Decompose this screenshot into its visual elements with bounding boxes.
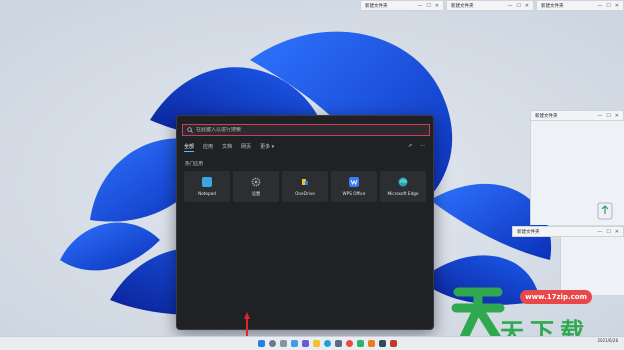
app-icon[interactable]	[367, 340, 375, 347]
close-icon[interactable]: ✕	[615, 113, 619, 119]
browser-icon[interactable]	[345, 340, 353, 347]
app-tile-onedrive[interactable]: OneDrive	[282, 171, 328, 202]
explorer-window-titlebar[interactable]: 新建文件夹 — ☐ ✕	[536, 0, 624, 11]
start-icon[interactable]	[257, 340, 265, 347]
explorer-window-titlebar[interactable]: 新建文件夹 — ☐ ✕	[512, 226, 624, 237]
window-title: 新建文件夹	[365, 3, 388, 9]
app-label: Notepad	[198, 191, 216, 196]
tray-date: 2021/6/28	[597, 338, 618, 343]
recycle-bin-icon[interactable]	[594, 200, 616, 222]
minimize-icon[interactable]: —	[597, 113, 602, 119]
notepad-icon	[202, 177, 212, 187]
wps-office-icon	[349, 177, 359, 187]
app-tile-notepad[interactable]: Notepad	[184, 171, 230, 202]
section-title: 热门应用	[185, 162, 203, 167]
minimize-icon[interactable]: —	[417, 3, 422, 9]
tab-web[interactable]: 网页	[241, 143, 251, 152]
taskbar-icons	[257, 340, 397, 347]
store-icon[interactable]	[334, 340, 342, 347]
window-title: 新建文件夹	[451, 3, 474, 9]
onedrive-icon	[302, 179, 308, 185]
window-title: 新建文件夹	[517, 229, 540, 235]
app-icon[interactable]	[389, 340, 397, 347]
share-icon[interactable]: ⇗	[408, 143, 412, 149]
search-tab-actions: ⇗ ···	[408, 143, 425, 149]
app-tile-wps-office[interactable]: WPS Office	[331, 171, 377, 202]
minimize-icon[interactable]: —	[507, 3, 512, 9]
maximize-icon[interactable]: ☐	[606, 113, 610, 119]
search-icon	[187, 127, 193, 133]
explorer-window-titlebar[interactable]: 新建文件夹 — ☐ ✕	[360, 0, 444, 11]
explorer-window-titlebar[interactable]: 新建文件夹 — ☐ ✕	[530, 110, 624, 121]
top-apps-list: Notepad 设置 OneDrive WPS Office Microsoft…	[184, 171, 426, 202]
annotation-arrow	[244, 312, 250, 338]
tab-documents[interactable]: 文档	[222, 143, 232, 152]
app-label: 设置	[251, 190, 261, 196]
search-tabs: 全部 应用 文档 网页 更多 ▾	[184, 143, 274, 152]
search-box[interactable]	[182, 124, 430, 136]
close-icon[interactable]: ✕	[435, 3, 439, 9]
maximize-icon[interactable]: ☐	[606, 3, 610, 9]
tab-more[interactable]: 更多 ▾	[260, 143, 274, 152]
search-icon[interactable]	[268, 340, 276, 347]
app-icon[interactable]	[378, 340, 386, 347]
maximize-icon[interactable]: ☐	[516, 3, 520, 9]
chat-icon[interactable]	[301, 340, 309, 347]
tab-all[interactable]: 全部	[184, 143, 195, 152]
window-title: 新建文件夹	[535, 113, 558, 119]
app-label: WPS Office	[342, 191, 366, 196]
app-icon[interactable]	[356, 340, 364, 347]
app-tile-settings[interactable]: 设置	[233, 171, 279, 202]
close-icon[interactable]: ✕	[615, 229, 619, 235]
widgets-icon[interactable]	[290, 340, 298, 347]
edge-icon	[398, 177, 408, 187]
task-view-icon[interactable]	[279, 340, 287, 347]
app-label: Microsoft Edge	[387, 191, 419, 196]
tab-apps[interactable]: 应用	[203, 143, 213, 152]
gear-icon	[251, 177, 261, 186]
explorer-window-titlebar[interactable]: 新建文件夹 — ☐ ✕	[446, 0, 534, 11]
app-label: OneDrive	[295, 191, 315, 196]
minimize-icon[interactable]: —	[597, 229, 602, 235]
edge-icon[interactable]	[323, 340, 331, 347]
window-title: 新建文件夹	[541, 3, 564, 9]
system-tray[interactable]: 2021/6/28	[597, 338, 618, 343]
more-icon[interactable]: ···	[420, 143, 425, 149]
close-icon[interactable]: ✕	[525, 3, 529, 9]
watermark-url: www.17zip.com	[520, 290, 592, 304]
maximize-icon[interactable]: ☐	[606, 229, 610, 235]
close-icon[interactable]: ✕	[615, 3, 619, 9]
app-tile-microsoft-edge[interactable]: Microsoft Edge	[380, 171, 426, 202]
taskbar: 2021/6/28	[0, 336, 624, 350]
search-input[interactable]	[196, 127, 396, 133]
maximize-icon[interactable]: ☐	[426, 3, 430, 9]
minimize-icon[interactable]: —	[597, 3, 602, 9]
search-panel: 全部 应用 文档 网页 更多 ▾ ⇗ ··· 热门应用 Notepad 设置 O…	[176, 115, 434, 330]
file-explorer-icon[interactable]	[312, 340, 320, 347]
